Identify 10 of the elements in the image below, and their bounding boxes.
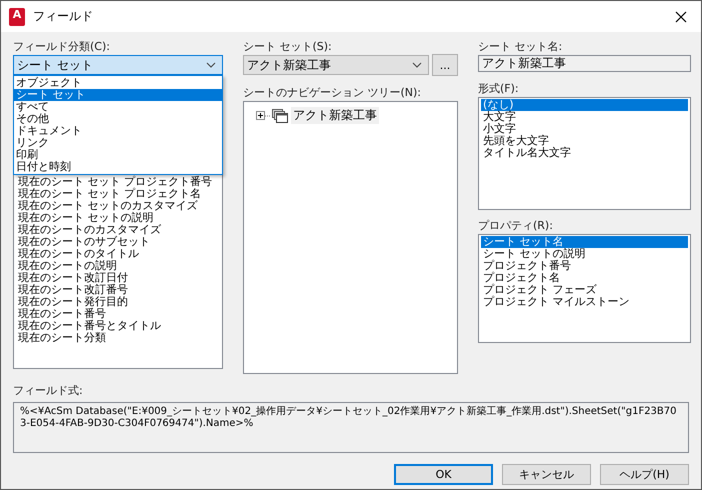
field-expression-field: %<¥AcSm Database("E:¥009_シートセット¥02_操作用データ¥シートセット_02作業用¥アクト新築工事_作業用.dst").SheetSet("g1F23B703-E054-4FAB-9D30-C304F0769474").Name>% xyxy=(13,402,689,453)
field-category-label: フィールド分類(C): xyxy=(13,40,110,55)
properties-label: プロパティ(R): xyxy=(478,219,553,234)
field-expression-label: フィールド式: xyxy=(13,384,84,399)
window-title: フィールド xyxy=(33,8,94,25)
app-logo-icon: A xyxy=(9,8,25,26)
navigation-tree-label: シートのナビゲーション ツリー(N): xyxy=(243,86,422,101)
sheet-set-name-label: シート セット名: xyxy=(478,40,562,55)
sheet-set-label: シート セット(S): xyxy=(243,40,332,55)
format-label: 形式(F): xyxy=(478,82,519,97)
